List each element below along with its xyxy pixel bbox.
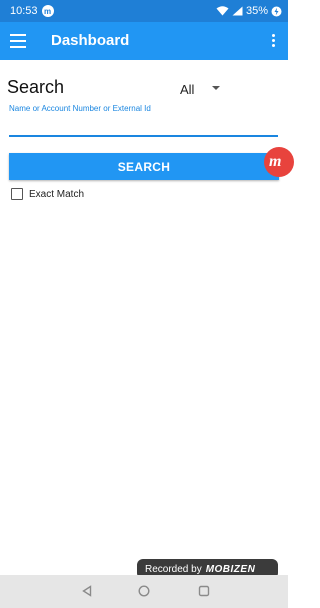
recording-prefix: Recorded by bbox=[145, 563, 202, 575]
status-bar: 10:53 m 35% bbox=[0, 0, 288, 22]
status-icons: 35% bbox=[216, 5, 282, 17]
search-button[interactable]: SEARCH bbox=[9, 153, 279, 180]
filter-selected-value: All bbox=[180, 81, 195, 97]
mobizen-floating-icon[interactable]: m bbox=[264, 147, 294, 177]
search-field[interactable]: Name or Account Number or External Id bbox=[9, 101, 278, 137]
navigation-bar bbox=[0, 575, 288, 608]
exact-match-option[interactable]: Exact Match bbox=[11, 188, 84, 200]
recording-brand: MOBIZEN bbox=[205, 563, 256, 575]
wifi-icon bbox=[216, 6, 229, 16]
back-icon[interactable] bbox=[81, 585, 93, 597]
home-icon[interactable] bbox=[138, 585, 150, 597]
search-field-label: Name or Account Number or External Id bbox=[9, 104, 151, 113]
app-title: Dashboard bbox=[51, 32, 130, 49]
more-vertical-icon[interactable] bbox=[272, 34, 276, 48]
filter-dropdown[interactable]: All bbox=[180, 80, 226, 98]
search-input[interactable] bbox=[9, 115, 278, 135]
recent-apps-icon[interactable] bbox=[198, 585, 210, 597]
status-time: 10:53 bbox=[10, 5, 38, 17]
search-heading: Search bbox=[7, 77, 65, 97]
exact-match-label: Exact Match bbox=[29, 188, 85, 200]
signal-icon bbox=[232, 6, 243, 16]
hamburger-menu-icon[interactable] bbox=[10, 34, 26, 48]
exact-match-checkbox[interactable] bbox=[11, 188, 23, 200]
battery-charging-icon bbox=[271, 6, 282, 16]
battery-percent: 35% bbox=[245, 5, 268, 17]
dropdown-arrow-icon bbox=[212, 86, 220, 90]
mobizen-notification-icon: m bbox=[41, 5, 54, 17]
search-field-underline bbox=[9, 135, 278, 137]
app-bar: Dashboard bbox=[0, 22, 288, 60]
